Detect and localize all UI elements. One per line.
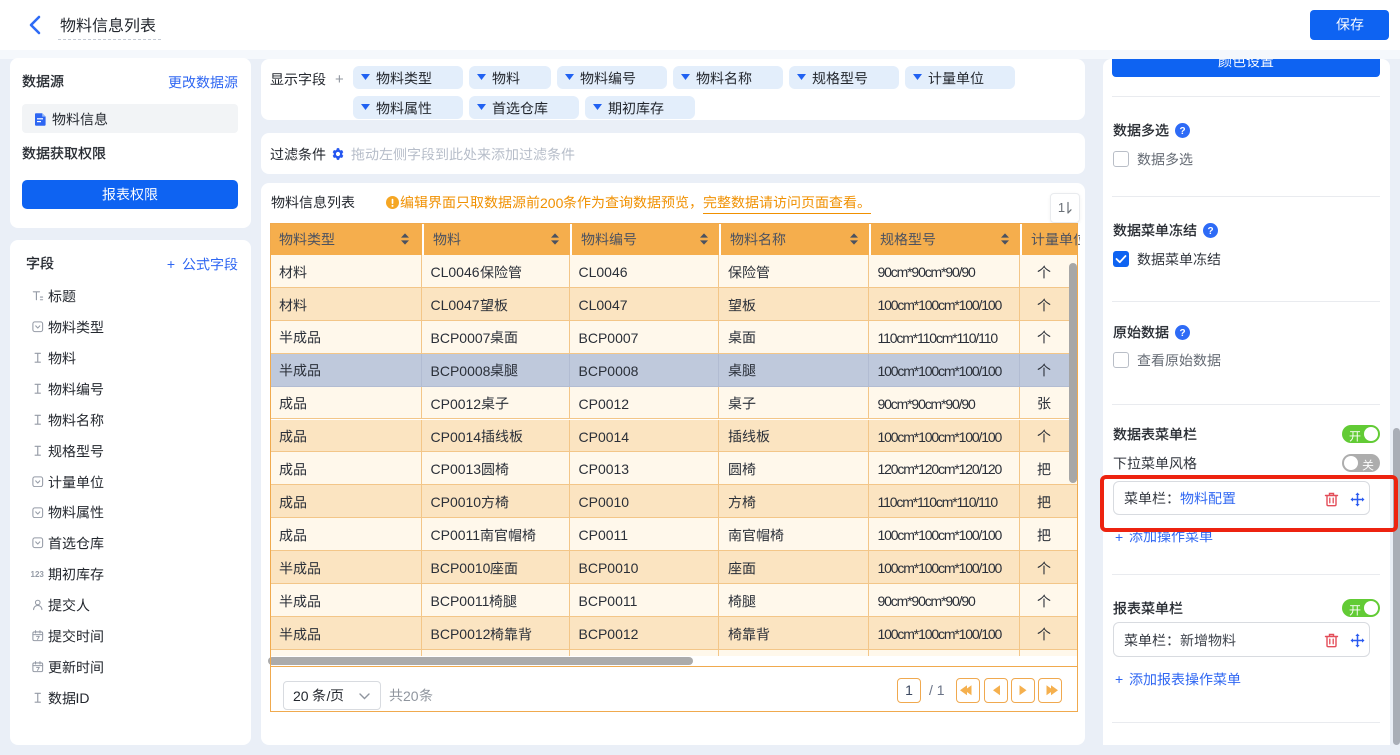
- svg-text:?: ?: [1179, 328, 1185, 339]
- svg-text:?: ?: [1179, 126, 1185, 137]
- svg-text:?: ?: [1207, 226, 1213, 237]
